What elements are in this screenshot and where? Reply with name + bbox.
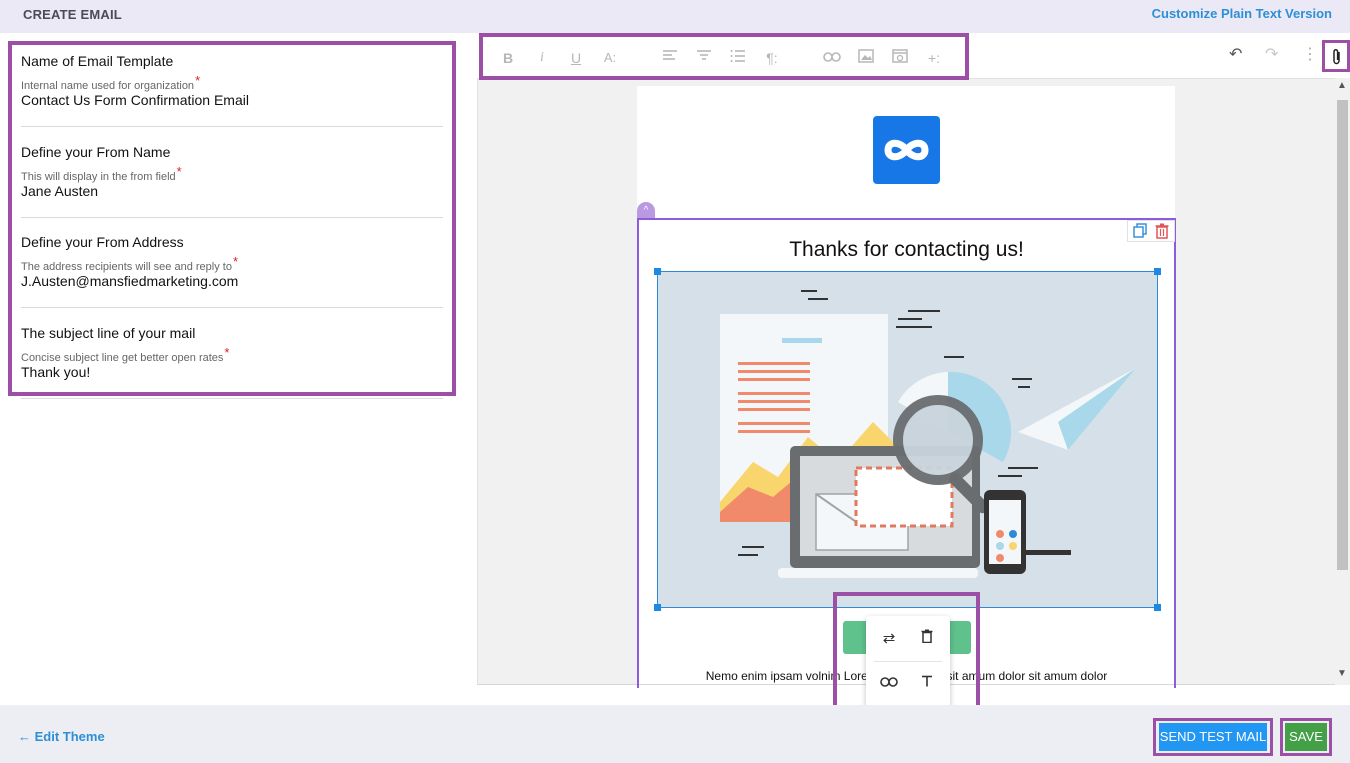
resize-handle-top-right[interactable] [1154, 268, 1161, 275]
insert-video-icon[interactable] [889, 47, 911, 69]
align-center-icon[interactable] [693, 47, 715, 69]
footer-bar [0, 705, 1350, 763]
scroll-up-icon[interactable]: ▲ [1337, 80, 1347, 91]
required-marker: * [232, 254, 239, 269]
ordered-list-icon[interactable] [727, 47, 749, 69]
email-heading[interactable]: Thanks for contacting us! [640, 238, 1173, 262]
redo-icon[interactable]: ↷ [1265, 44, 1278, 66]
top-bar: CREATE EMAIL Customize Plain Text Versio… [0, 0, 1350, 33]
email-settings-form: Name of Email Template Internal name use… [8, 41, 456, 399]
from-address-input[interactable]: J.Austen@mansfiedmarketing.com [21, 273, 238, 289]
from-name-field[interactable]: Define your From Name This will display … [21, 138, 443, 218]
template-name-hint: Internal name used for organization* [21, 73, 201, 92]
resize-handle-bottom-right[interactable] [1154, 604, 1161, 611]
more-options-icon[interactable]: ⋮ [1302, 44, 1318, 66]
subject-line-input[interactable]: Thank you! [21, 364, 90, 380]
from-address-hint: The address recipients will see and repl… [21, 254, 239, 273]
required-marker: * [224, 345, 230, 360]
paragraph-icon[interactable]: ¶: [761, 47, 783, 69]
infinity-logo-icon [884, 139, 929, 161]
editor-scroll-thumb[interactable] [1337, 100, 1348, 570]
subject-line-hint: Concise subject line get better open rat… [21, 345, 230, 364]
from-name-label: Define your From Name [21, 144, 171, 160]
undo-icon[interactable]: ↶ [1229, 44, 1242, 66]
attachment-button[interactable] [1322, 40, 1350, 72]
formatting-toolbar: B i U A: ¶: +: [479, 33, 969, 80]
required-marker: * [195, 73, 201, 88]
link-icon[interactable] [821, 47, 843, 69]
scroll-down-icon[interactable]: ▼ [1337, 668, 1347, 679]
from-name-input[interactable]: Jane Austen [21, 183, 98, 199]
bold-button[interactable]: B [497, 47, 519, 69]
insert-more-button[interactable]: +: [923, 47, 945, 69]
template-name-label: Name of Email Template [21, 53, 174, 69]
underline-button[interactable]: U [565, 47, 587, 69]
contact-illustration [658, 272, 1157, 607]
font-size-button[interactable]: A: [599, 47, 621, 69]
template-name-input[interactable]: Contact Us Form Confirmation Email [21, 92, 249, 108]
hero-image[interactable] [654, 268, 1161, 611]
template-name-field[interactable]: Name of Email Template Internal name use… [21, 47, 443, 127]
required-marker: * [176, 164, 182, 179]
align-left-icon[interactable] [659, 47, 681, 69]
italic-button[interactable]: i [531, 47, 553, 69]
page-title: CREATE EMAIL [23, 7, 122, 22]
customize-plain-text-link[interactable]: Customize Plain Text Version [1152, 6, 1332, 21]
subject-line-field[interactable]: The subject line of your mail Concise su… [21, 319, 443, 399]
paperclip-icon [1333, 48, 1340, 65]
subject-line-label: The subject line of your mail [21, 325, 196, 341]
send-test-mail-button[interactable]: SEND TEST MAIL [1159, 723, 1267, 751]
edit-theme-link[interactable]: ← Edit Theme [18, 729, 105, 744]
insert-image-icon[interactable] [855, 47, 877, 69]
save-button[interactable]: SAVE [1285, 723, 1327, 751]
brand-logo[interactable] [873, 116, 940, 184]
from-address-label: Define your From Address [21, 234, 184, 250]
resize-handle-top-left[interactable] [654, 268, 661, 275]
resize-handle-bottom-left[interactable] [654, 604, 661, 611]
from-name-hint: This will display in the from field* [21, 164, 182, 183]
from-address-field[interactable]: Define your From Address The address rec… [21, 228, 443, 308]
